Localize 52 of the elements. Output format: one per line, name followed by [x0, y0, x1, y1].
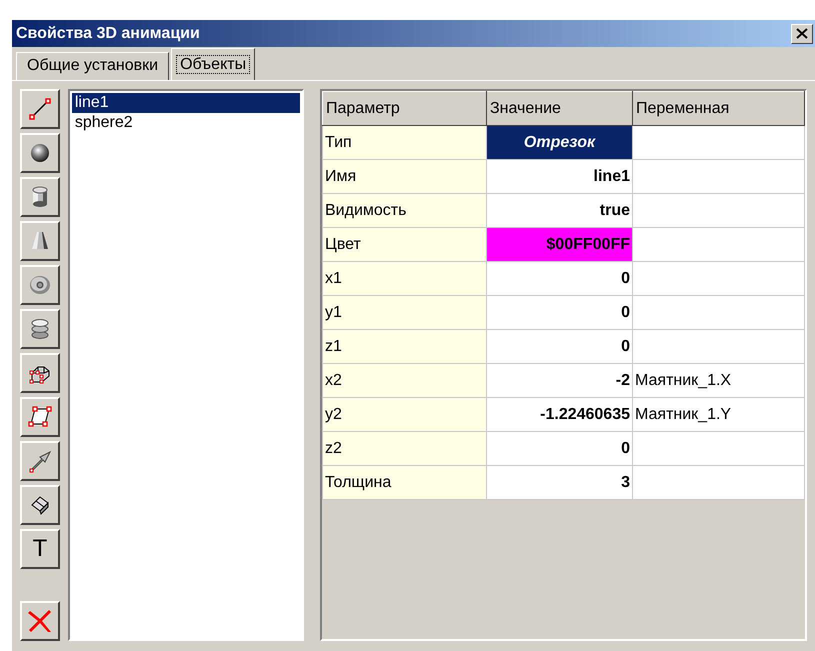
table-cell: line1 [486, 160, 632, 194]
table-cell: 0 [486, 262, 632, 296]
tool-button[interactable] [20, 221, 60, 261]
table-cell: z2 [322, 432, 486, 466]
tool-button[interactable] [20, 441, 60, 481]
column-header[interactable]: Переменная [632, 92, 804, 126]
tool-button[interactable] [20, 353, 60, 393]
tool-button[interactable] [20, 309, 60, 349]
delete-icon [27, 608, 53, 634]
table-cell: y2 [322, 398, 486, 432]
table-cell: Маятник_1.Y [632, 398, 804, 432]
plane-icon [28, 405, 52, 429]
tool-button[interactable] [20, 397, 60, 437]
table-cell: Отрезок [486, 126, 632, 160]
table-cell: Видимость [322, 194, 486, 228]
tab[interactable]: Общие установки [16, 52, 170, 80]
color-value-cell: $00FF00FF [486, 228, 632, 262]
delete-button[interactable] [20, 601, 60, 641]
table-cell: 3 [486, 466, 632, 500]
arrow-icon [28, 449, 52, 473]
line-icon [28, 97, 52, 121]
table-cell: 0 [486, 432, 632, 466]
list-item[interactable]: sphere2 [72, 113, 300, 133]
window-title: Свойства 3D анимации [16, 24, 200, 42]
table-cell: true [486, 194, 632, 228]
tool-button[interactable] [20, 133, 60, 173]
sphere-icon [28, 141, 52, 165]
list-item[interactable]: line1 [72, 93, 300, 113]
table-cell: -1.22460635 [486, 398, 632, 432]
tool-button[interactable] [20, 485, 60, 525]
text-tool-button[interactable]: T [20, 529, 60, 569]
table-cell: -2 [486, 364, 632, 398]
tool-button[interactable] [20, 265, 60, 305]
table-cell: 0 [486, 296, 632, 330]
table-cell: x2 [322, 364, 486, 398]
table-cell: Маятник_1.X [632, 364, 804, 398]
table-cell: y1 [322, 296, 486, 330]
table-cell: Тип [322, 126, 486, 160]
torus-icon [28, 273, 52, 297]
table-cell: 0 [486, 330, 632, 364]
column-header[interactable]: Значение [486, 92, 632, 126]
table-cell: Цвет [322, 228, 486, 262]
tool-button[interactable] [20, 89, 60, 129]
table-cell: Толщина [322, 466, 486, 500]
tab[interactable]: Объекты [171, 48, 256, 80]
table-cell: Имя [322, 160, 486, 194]
tool-button[interactable] [20, 177, 60, 217]
close-icon [796, 28, 808, 39]
close-button[interactable] [791, 24, 813, 44]
table-cell: x1 [322, 262, 486, 296]
column-header[interactable]: Параметр [322, 92, 486, 126]
table-cell: z1 [322, 330, 486, 364]
